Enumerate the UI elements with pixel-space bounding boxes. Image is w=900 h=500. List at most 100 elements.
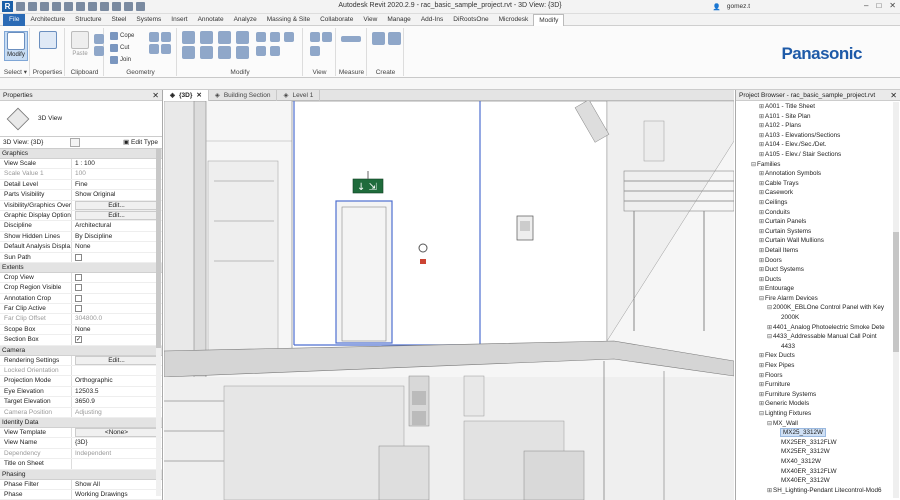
tree-item[interactable]: ⊟4433_Addressable Manual Call Point [736,332,900,342]
move-icon[interactable] [182,46,195,59]
tree-item[interactable]: ⊞Annotation Symbols [736,169,900,179]
cut-icon[interactable] [94,34,104,44]
property-value[interactable]: Orthographic [72,376,162,385]
create-assembly-icon[interactable] [372,32,385,45]
tree-item[interactable]: ⊞Cable Trays [736,179,900,189]
property-checkbox[interactable] [75,294,82,302]
property-value[interactable]: Fine [72,180,162,189]
view-tab-building-section[interactable]: ◈ Building Section [209,90,278,101]
tab-collaborate[interactable]: Collaborate [315,14,358,26]
pin-icon[interactable] [284,32,294,42]
property-value[interactable]: <None> [72,427,162,437]
align-icon[interactable] [182,31,195,44]
property-value[interactable] [72,273,162,282]
property-value[interactable]: By Discipline [72,232,162,241]
tree-item[interactable]: ⊟2000K_EBLOne Control Panel with Key [736,303,900,313]
tree-item[interactable]: ⊞Detail Items [736,246,900,256]
property-value[interactable]: Architectural [72,221,162,230]
tab-annotate[interactable]: Annotate [193,14,229,26]
copy-icon[interactable] [94,46,104,56]
offset-icon[interactable] [200,31,213,44]
property-value[interactable]: Show All [72,480,162,489]
tab-insert[interactable]: Insert [166,14,192,26]
expand-icon[interactable]: ⊞ [766,487,773,497]
undo-icon[interactable] [52,2,61,11]
properties-scroll-thumb[interactable] [156,148,161,348]
tree-item[interactable]: ⊞A101 - Site Plan [736,112,900,122]
property-value[interactable]: ✓ [72,335,162,344]
section-camera[interactable]: Camera [0,345,162,356]
property-value[interactable] [72,283,162,292]
tree-item[interactable]: ⊞Entourage [736,284,900,294]
cut-geometry-button[interactable]: Cut [110,44,129,52]
property-value[interactable]: Working Drawings [72,490,162,499]
tree-item[interactable]: ⊞Ducts [736,275,900,285]
tab-structure[interactable]: Structure [70,14,106,26]
view-tab--3d-[interactable]: ◈ {3D} ✕ [164,90,209,101]
tab-analyze[interactable]: Analyze [229,14,262,26]
array-icon[interactable] [256,32,266,42]
3d-view-icon[interactable] [112,2,121,11]
properties-button[interactable] [36,31,60,61]
tree-item[interactable]: ⊞Curtain Wall Mullions [736,236,900,246]
property-checkbox[interactable] [75,305,82,313]
property-value[interactable] [72,304,162,313]
tree-item[interactable]: ⊟Fire Alarm Devices [736,294,900,304]
tree-item[interactable]: MX25_3312W [736,428,900,438]
tree-item[interactable]: ⊞Curtain Panels [736,217,900,227]
hide-icon[interactable] [310,32,320,42]
select-group-label[interactable]: Select ▾ [2,68,29,76]
view-tab-close-icon[interactable]: ✕ [196,90,201,101]
tree-item[interactable]: ⊞4401_Analog Photoelectric Smoke Dete [736,323,900,333]
tree-item[interactable]: ⊞Casework [736,188,900,198]
property-edit-button[interactable]: Edit... [75,200,158,210]
save-icon[interactable] [28,2,37,11]
tab-dirootsone[interactable]: DiRootsOne [448,14,493,26]
modify-button[interactable]: Modify [4,31,28,61]
close-properties-icon[interactable]: ✕ [152,90,159,101]
type-selector[interactable]: 3D View [0,101,162,137]
minimize-icon[interactable]: – [864,1,868,10]
tab-file[interactable]: File [3,13,26,26]
tree-item[interactable]: ⊞A103 - Elevations/Sections [736,131,900,141]
copy-element-icon[interactable] [200,46,213,59]
print-icon[interactable] [76,2,85,11]
section-extents[interactable]: Extents [0,262,162,273]
unpin-icon[interactable] [256,46,266,56]
rotate-icon[interactable] [218,46,231,59]
create-parts-icon[interactable] [388,32,401,45]
tree-item[interactable]: MX25ER_3312FLW [736,438,900,448]
property-value[interactable]: 12503.5 [72,387,162,396]
cope-button[interactable]: Cope [110,32,134,40]
tree-item[interactable]: ⊞A104 - Elev./Sec./Det. [736,140,900,150]
revit-logo-icon[interactable]: R [2,1,13,12]
tree-item[interactable]: ⊞SH_Lighting-Pendant Litecontrol-Mod6 [736,486,900,496]
tab-microdesk[interactable]: Microdesk [494,14,534,26]
property-value[interactable]: None [72,242,162,251]
tab-systems[interactable]: Systems [131,14,166,26]
close-icon[interactable]: ✕ [889,1,896,10]
tree-item[interactable]: ⊞Furniture [736,380,900,390]
chevron-down-icon[interactable] [70,138,80,147]
tree-item[interactable]: ⊞Flex Ducts [736,351,900,361]
tree-item[interactable]: ⊞Generic Models [736,399,900,409]
mirror-icon[interactable] [218,31,231,44]
section-graphics[interactable]: Graphics [0,149,162,159]
property-edit-button[interactable]: <None> [75,427,158,437]
demolish-icon[interactable] [161,44,171,54]
property-edit-button[interactable]: Edit... [75,355,158,365]
split-face-icon[interactable] [161,32,171,42]
property-value[interactable]: Edit... [72,210,162,220]
property-value[interactable] [72,253,162,262]
properties-scrollbar[interactable] [156,148,161,496]
delete-icon[interactable] [270,46,280,56]
property-value[interactable]: 3650.9 [72,397,162,406]
tree-item[interactable]: ⊟Lighting Fixtures [736,409,900,419]
tree-item[interactable]: 4433 [736,342,900,352]
browser-scroll-thumb[interactable] [893,232,899,352]
redo-icon[interactable] [64,2,73,11]
tree-item[interactable]: ⊞A001 - Title Sheet [736,102,900,112]
property-value[interactable]: Edit... [72,200,162,210]
tree-item[interactable]: ⊟MX_Wall [736,419,900,429]
tree-item[interactable]: ⊞Doors [736,256,900,266]
